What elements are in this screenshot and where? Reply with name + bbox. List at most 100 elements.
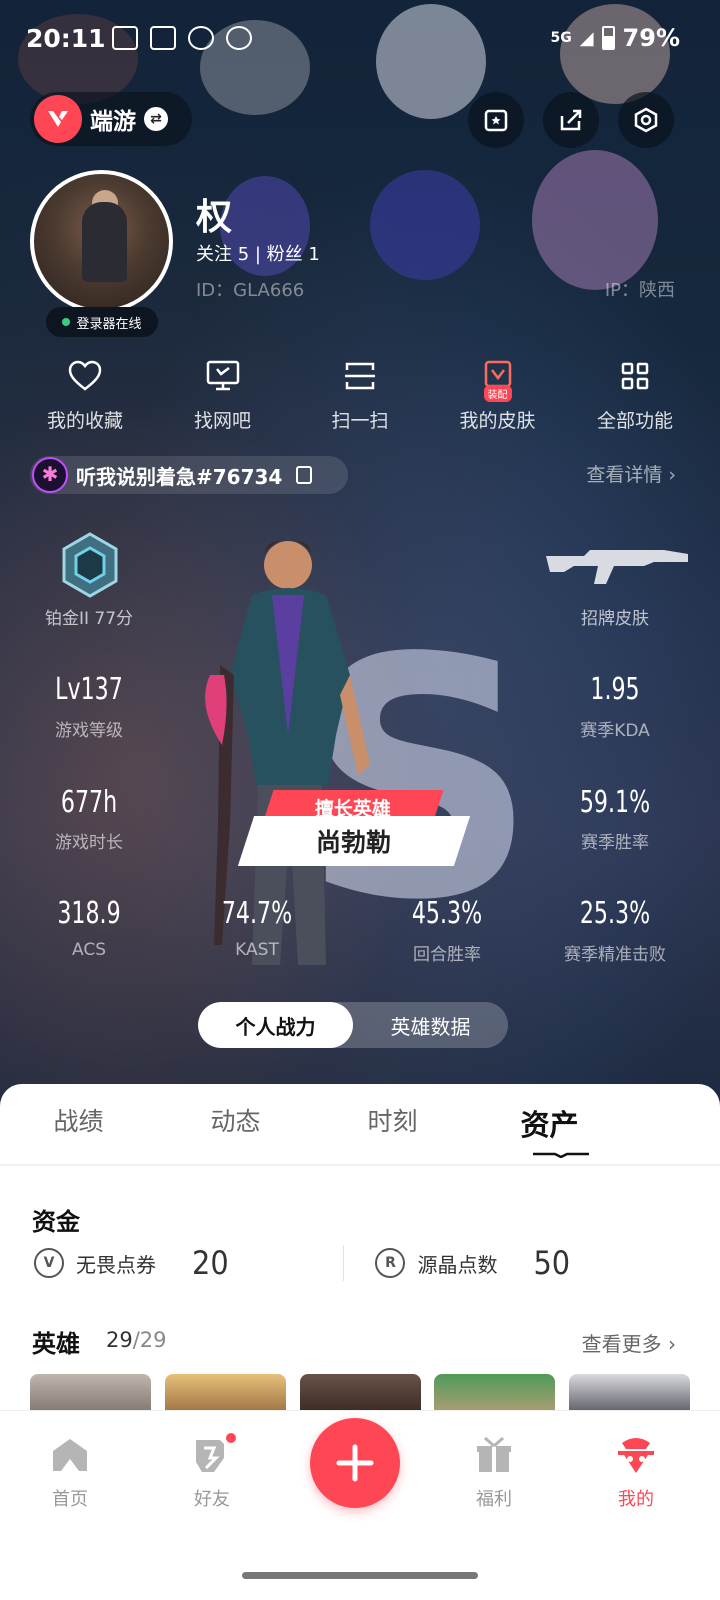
nav-profile[interactable]: 我的 — [586, 1435, 686, 1511]
sticker-decoration-4 — [560, 4, 670, 104]
toggle-hero-data[interactable]: 英雄数据 — [353, 1002, 508, 1048]
plus-icon — [336, 1444, 374, 1482]
heroes-total: /29 — [132, 1328, 167, 1352]
nav-home[interactable]: 首页 — [20, 1435, 120, 1511]
game-switch-button[interactable]: 端游 ⇄ — [30, 92, 192, 146]
quick-functions: 我的收藏 找网吧 扫一扫 装配 我的皮肤 全部功能 — [20, 358, 700, 433]
status-notification-icons — [112, 26, 252, 50]
func-label: 全部功能 — [596, 410, 673, 432]
func-label: 找网吧 — [193, 410, 251, 432]
fund-valorant-points: V 无畏点券 20 — [34, 1244, 343, 1282]
funds-title: 资金 — [32, 1208, 80, 1236]
monitor-icon — [205, 358, 241, 394]
grid-icon — [617, 358, 653, 394]
rank-label: 铂金II 77分 — [44, 609, 134, 629]
username: 权 — [196, 197, 233, 238]
settings-button[interactable] — [618, 92, 674, 148]
rank-platinum-icon — [60, 532, 120, 598]
window-icon — [150, 26, 176, 50]
stat-level-label: 游戏等级 — [55, 721, 123, 741]
fund-divider — [342, 1245, 344, 1281]
network-label: 5G — [550, 30, 572, 46]
swap-icon: ⇄ — [144, 107, 168, 131]
settings-hex-icon — [634, 107, 658, 133]
stat-round-win-label: 回合胜率 — [413, 945, 481, 965]
signature-skin-rifle-icon — [544, 544, 690, 592]
func-my-skins[interactable]: 装配 我的皮肤 — [433, 358, 563, 433]
see-more-heroes-link[interactable]: 查看更多 › — [582, 1328, 676, 1357]
nav-label: 好友 — [194, 1489, 230, 1510]
player-name: 听我说别着急#76734 — [76, 464, 283, 489]
copy-icon[interactable] — [296, 466, 313, 484]
avatar-figure-body — [82, 202, 127, 282]
edit-card-icon — [484, 109, 508, 132]
stat-acs-label: ACS — [72, 940, 106, 960]
func-find-cafe[interactable]: 找网吧 — [158, 358, 288, 433]
friends-icon — [192, 1431, 238, 1475]
online-dot-icon — [62, 318, 71, 326]
create-post-button[interactable] — [310, 1418, 400, 1508]
view-details-link[interactable]: 查看详情 › — [586, 460, 676, 487]
nav-label: 首页 — [52, 1489, 88, 1510]
func-scan[interactable]: 扫一扫 — [295, 358, 425, 433]
edit-card-button[interactable] — [468, 92, 524, 148]
share-button[interactable] — [543, 92, 599, 148]
nav-label: 福利 — [476, 1489, 512, 1510]
tab-feed[interactable]: 动态 — [157, 1102, 314, 1144]
funds-row: V 无畏点券 20 R 源晶点数 50 — [34, 1244, 684, 1282]
online-status-text: 登录器在线 — [76, 316, 142, 332]
player-id-chip[interactable]: ✱ 听我说别着急#76734 — [30, 456, 348, 494]
fund-radianite-points: R 源晶点数 50 — [375, 1244, 684, 1282]
home-icon — [50, 1435, 90, 1475]
func-label: 我的皮肤 — [459, 410, 536, 432]
stat-acs-value: 318.9 — [57, 896, 121, 931]
toggle-personal-power[interactable]: 个人战力 — [198, 1002, 353, 1048]
tab-assets[interactable]: 资产 — [471, 1102, 628, 1144]
stat-kda-label: 赛季KDA — [580, 721, 650, 741]
fund-value: 50 — [533, 1244, 571, 1282]
user-id: ID：GLA666 — [196, 280, 305, 301]
follow-stats[interactable]: 关注 5 | 粉丝 1 — [196, 240, 320, 266]
best-agent-name: 尚勃勒 — [316, 828, 392, 857]
battery-level: 79% — [622, 24, 680, 52]
fund-value: 20 — [192, 1244, 229, 1282]
sticker-decoration-6 — [370, 170, 480, 280]
valorant-logo-icon — [34, 95, 82, 143]
stat-winrate-label: 赛季胜率 — [581, 833, 649, 853]
func-favorites[interactable]: 我的收藏 — [20, 358, 150, 433]
online-status-badge: 登录器在线 — [46, 307, 158, 337]
profile-hero-background: 20:11 5G ◢ 79% 端游 ⇄ 登录器在线 权 关注 5 | 粉丝 1 — [0, 0, 720, 1110]
stat-kast-value: 74.7% — [221, 896, 293, 931]
nav-label: 我的 — [618, 1489, 654, 1510]
sticker-decoration-7 — [532, 150, 658, 290]
nav-friends[interactable]: 好友 — [162, 1431, 262, 1511]
battery-icon — [601, 26, 615, 50]
func-label: 我的收藏 — [46, 410, 123, 432]
game-switch-label: 端游 — [90, 109, 136, 135]
stat-precision-value: 25.3% — [579, 896, 651, 931]
gift-icon — [474, 1435, 514, 1475]
profile-icon — [616, 1435, 656, 1475]
ip-location: IP：陕西 — [604, 280, 675, 301]
tab-match-history[interactable]: 战绩 — [0, 1102, 157, 1144]
player-card-icon: ✱ — [32, 457, 68, 493]
nav-rewards[interactable]: 福利 — [444, 1435, 544, 1511]
notification-dot — [224, 1431, 238, 1445]
fund-name: 无畏点券 — [76, 1252, 156, 1277]
heroes-owned: 29 — [106, 1328, 133, 1352]
stat-kda-value: 1.95 — [590, 672, 640, 707]
status-system-icons: 5G ◢ 79% — [550, 24, 680, 52]
func-all-features[interactable]: 全部功能 — [570, 358, 700, 433]
tab-moments[interactable]: 时刻 — [314, 1102, 471, 1144]
stats-view-toggle: 个人战力 英雄数据 — [198, 1002, 508, 1048]
signature-skin-label: 招牌皮肤 — [581, 609, 649, 629]
heroes-count: 29/29 — [106, 1328, 167, 1352]
message-icon — [112, 26, 138, 50]
heart-icon — [67, 358, 103, 394]
stat-winrate-value: 59.1% — [579, 785, 651, 820]
stat-kast-label: KAST — [235, 940, 279, 960]
func-label: 扫一扫 — [331, 410, 389, 432]
system-home-indicator[interactable] — [242, 1572, 478, 1579]
tab-divider — [0, 1164, 720, 1166]
avatar[interactable] — [30, 170, 173, 313]
